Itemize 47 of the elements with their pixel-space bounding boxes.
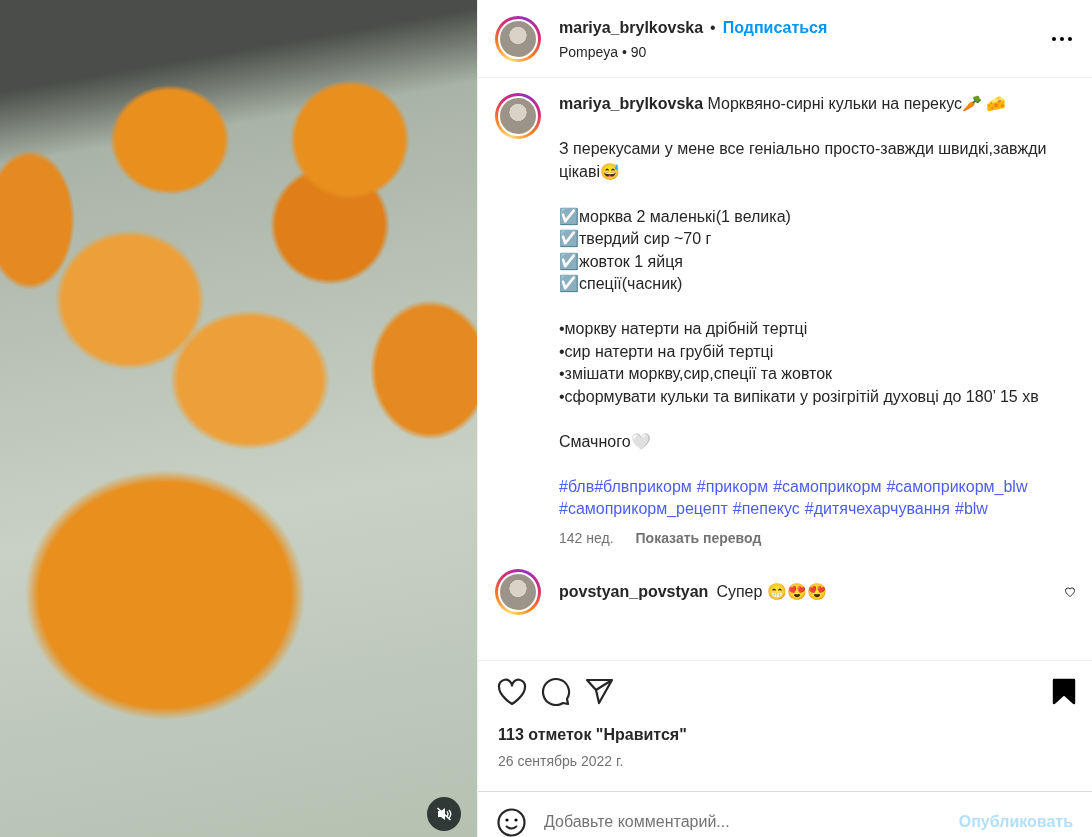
smiley-icon xyxy=(497,807,526,837)
likes-count[interactable]: 113 отметок "Нравится" xyxy=(478,706,1092,744)
translate-button[interactable]: Показать перевод xyxy=(635,526,762,549)
hashtag-link[interactable]: #дитячехарчування xyxy=(804,498,950,521)
like-button[interactable] xyxy=(497,677,527,706)
mute-button[interactable] xyxy=(427,797,461,831)
hashtag-link[interactable]: #самоприкорм_рецепт xyxy=(559,498,728,521)
paper-plane-icon xyxy=(585,678,614,705)
caption-line: Смачного🤍 xyxy=(559,431,652,452)
hashtag-link[interactable]: #самоприкорм xyxy=(773,475,882,498)
avatar[interactable] xyxy=(495,569,541,615)
caption-line: •моркву натерти на дрібній тертці xyxy=(559,319,809,339)
bookmark-icon xyxy=(1052,678,1076,705)
comment-text: Супер 😁😍😍 xyxy=(716,581,827,602)
avatar[interactable] xyxy=(495,93,541,139)
hashtag-link[interactable]: #прикорм xyxy=(696,475,769,498)
post-age: 142 нед. xyxy=(559,528,614,548)
comment-like-button[interactable] xyxy=(1064,586,1076,598)
location-link[interactable]: Pompeya • 90 xyxy=(559,43,1030,60)
save-button[interactable] xyxy=(1052,678,1076,705)
more-icon xyxy=(1052,37,1072,41)
hashtag-link[interactable]: #самоприкорм_blw xyxy=(886,475,1028,498)
comment-username[interactable]: povstyan_povstyan xyxy=(559,580,709,604)
hashtag-link[interactable]: #пепекус xyxy=(732,498,800,521)
speech-bubble-icon xyxy=(541,677,571,706)
emoji-button[interactable] xyxy=(497,807,526,837)
caption-line: •змішати моркву,сир,спеції та жовток xyxy=(559,364,834,384)
caption-line: ☑жовток 1 яйця xyxy=(559,251,684,272)
caption-line: ☑спеції(часник) xyxy=(559,274,684,294)
caption-line: ☑твердий сир ~70 г xyxy=(559,229,713,249)
caption-line: •сир натерти на грубій тертці xyxy=(559,341,775,362)
hashtag-link[interactable]: #blw xyxy=(955,498,988,521)
heart-icon xyxy=(1064,586,1076,598)
avatar[interactable] xyxy=(495,16,541,62)
caption-line: ☑морква 2 маленькі(1 велика) xyxy=(559,206,792,227)
comment-button[interactable] xyxy=(541,677,571,706)
follow-button[interactable]: Подписаться xyxy=(722,18,828,37)
share-button[interactable] xyxy=(585,678,614,705)
username-link[interactable]: mariya_brylkovska xyxy=(559,18,704,37)
caption-title: mariya_brylkovska Морквяно-сирні кульки на перекус🥕 🧀 xyxy=(559,94,1008,114)
hashtag-link[interactable]: #блв#блвприкорм xyxy=(559,475,692,498)
caption-line: •сформувати кульки та випікати у розігрітій духовці до 180’ 15 хв xyxy=(559,386,1040,407)
post-date: 26 сентябрь 2022 г. xyxy=(478,744,1092,792)
caption-line: З перекусами у мене все геніально просто-завжди швидкі,завжди цікаві😅 xyxy=(559,139,1048,182)
heart-icon xyxy=(497,677,527,706)
speaker-muted-icon xyxy=(436,806,452,822)
separator-dot: • xyxy=(710,18,716,37)
